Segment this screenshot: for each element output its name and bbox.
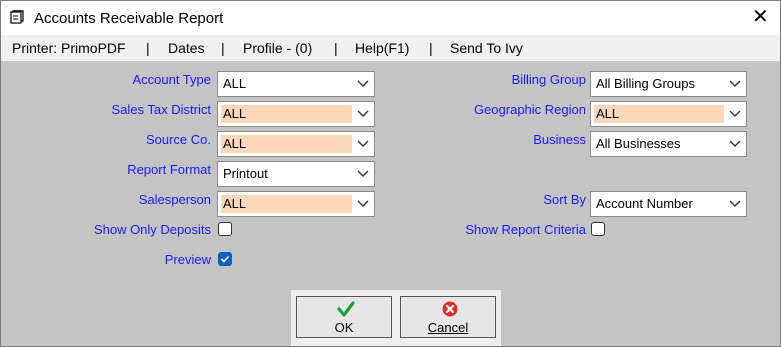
salesperson-label: Salesperson xyxy=(138,192,211,207)
window-title: Accounts Receivable Report xyxy=(34,10,224,27)
report-icon xyxy=(10,10,24,24)
business-select[interactable]: All Businesses xyxy=(590,131,747,157)
sales-tax-district-select[interactable]: ALL xyxy=(217,101,375,127)
business-value: All Businesses xyxy=(596,136,681,151)
button-panel: OK Cancel xyxy=(291,290,501,346)
sort-by-value: Account Number xyxy=(596,196,693,211)
sales-tax-district-label: Sales Tax District xyxy=(111,102,211,117)
cancel-button[interactable]: Cancel xyxy=(400,296,496,338)
account-type-select[interactable]: ALL xyxy=(217,71,375,97)
menu-dates[interactable]: Dates xyxy=(168,40,205,56)
cancel-icon xyxy=(442,301,458,317)
sales-tax-district-value: ALL xyxy=(221,105,352,123)
menu-send-to-ivy[interactable]: Send To Ivy xyxy=(450,40,523,56)
cancel-label: Cancel xyxy=(427,320,469,335)
report-format-select[interactable]: Printout xyxy=(217,161,375,187)
salesperson-value: ALL xyxy=(221,195,352,213)
source-co-value: ALL xyxy=(221,135,352,153)
source-co-label: Source Co. xyxy=(145,132,211,147)
business-label: Business xyxy=(533,132,586,147)
show-report-criteria-label: Show Report Criteria xyxy=(465,222,586,237)
chevron-down-icon xyxy=(357,140,369,147)
account-type-label: Account Type xyxy=(132,72,211,87)
close-button[interactable]: ✕ xyxy=(741,1,779,35)
ok-label: OK xyxy=(334,320,354,335)
menu-printer[interactable]: Printer: PrimoPDF xyxy=(12,40,126,56)
geographic-region-select[interactable]: ALL xyxy=(590,101,747,127)
show-only-deposits-label: Show Only Deposits xyxy=(93,222,211,237)
geographic-region-label: Geographic Region xyxy=(473,102,586,117)
checkmark-icon xyxy=(220,255,230,263)
menu-separator: | xyxy=(334,40,338,56)
chevron-down-icon xyxy=(357,110,369,117)
menu-separator: | xyxy=(146,40,150,56)
checkmark-icon xyxy=(337,301,355,317)
account-type-value: ALL xyxy=(223,76,247,91)
menu-separator: | xyxy=(429,40,433,56)
report-format-label: Report Format xyxy=(127,162,211,177)
report-format-value: Printout xyxy=(223,166,268,181)
chevron-down-icon xyxy=(357,200,369,207)
menu-profile[interactable]: Profile - (0) xyxy=(243,40,312,56)
sort-by-label: Sort By xyxy=(543,192,586,207)
show-report-criteria-checkbox[interactable] xyxy=(591,222,605,236)
billing-group-label: Billing Group xyxy=(511,72,586,87)
menu-separator: | xyxy=(221,40,225,56)
chevron-down-icon xyxy=(729,200,741,207)
ok-button[interactable]: OK xyxy=(296,296,392,338)
chevron-down-icon xyxy=(357,170,369,177)
chevron-down-icon xyxy=(357,80,369,87)
title-bar: Accounts Receivable Report ✕ xyxy=(1,1,780,35)
chevron-down-icon xyxy=(729,80,741,87)
geographic-region-value: ALL xyxy=(594,105,724,123)
source-co-select[interactable]: ALL xyxy=(217,131,375,157)
preview-checkbox[interactable] xyxy=(218,252,232,266)
preview-label: Preview xyxy=(164,252,211,267)
show-only-deposits-checkbox[interactable] xyxy=(218,222,232,236)
chevron-down-icon xyxy=(729,140,741,147)
report-dialog: Accounts Receivable Report ✕ Printer: Pr… xyxy=(0,0,781,347)
sort-by-select[interactable]: Account Number xyxy=(590,191,747,217)
menu-bar: Printer: PrimoPDF | Dates | Profile - (0… xyxy=(1,35,780,61)
close-icon: ✕ xyxy=(752,6,769,28)
billing-group-value: All Billing Groups xyxy=(596,76,695,91)
menu-help[interactable]: Help(F1) xyxy=(355,40,409,56)
chevron-down-icon xyxy=(729,110,741,117)
salesperson-select[interactable]: ALL xyxy=(217,191,375,217)
billing-group-select[interactable]: All Billing Groups xyxy=(590,71,747,97)
